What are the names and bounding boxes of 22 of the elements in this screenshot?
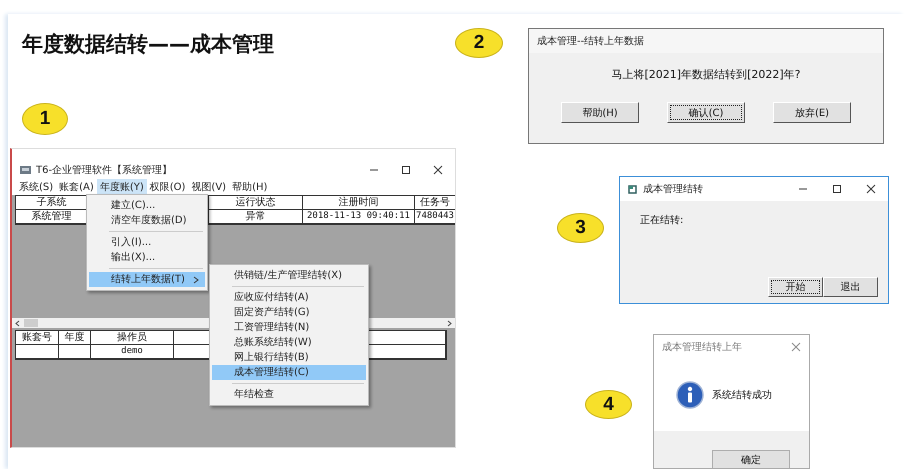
- dialog-title: 成本管理--结转上年数据: [537, 34, 646, 48]
- confirm-message: 马上将[2021]年数据结转到[2022]年?: [612, 67, 800, 82]
- step-badge: 1: [22, 103, 68, 135]
- column-header: 注册时间: [303, 196, 415, 210]
- column-header: 操作员: [91, 331, 174, 345]
- column-header: 账套号: [16, 331, 59, 345]
- slide-title: 年度数据结转——成本管理: [22, 31, 274, 58]
- table-cell: demo: [91, 345, 174, 359]
- dialog-title: 成本管理结转上年: [662, 340, 743, 354]
- table-cell: 2018-11-13 09:40:11: [303, 210, 415, 224]
- step-badge: 2: [455, 28, 503, 58]
- column-header: 运行状态: [209, 196, 303, 210]
- column-header: 任务号: [415, 196, 455, 210]
- step-badge: 3: [557, 213, 604, 243]
- step-badge: 4: [585, 390, 632, 419]
- status-label: 正在结转:: [640, 214, 684, 228]
- window-title: 成本管理结转: [643, 182, 704, 196]
- column-header: 年度: [59, 331, 91, 345]
- table-cell: 异常: [209, 210, 303, 224]
- window-title: T6-企业管理软件【系统管理】: [36, 164, 174, 177]
- table-cell: 7480443: [415, 210, 455, 224]
- success-message: 系统结转成功: [712, 388, 772, 402]
